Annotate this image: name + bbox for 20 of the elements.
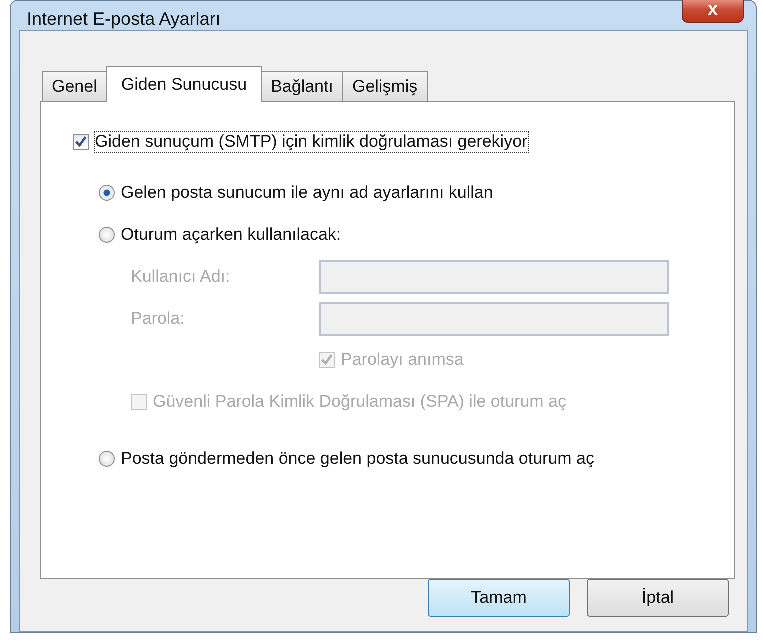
checkbox[interactable]	[73, 134, 89, 150]
checkbox-label: Güvenli Parola Kimlik Doğrulaması (SPA) ile oturum aç	[153, 392, 566, 412]
radio-button[interactable]	[99, 185, 115, 201]
radio-label: Gelen posta sunucum ile aynı ad ayarlarını kullan	[121, 183, 494, 203]
radio-label: Posta göndermeden önce gelen posta sunucusunda oturum aç	[121, 449, 594, 469]
field-label: Kullanıcı Adı:	[131, 267, 232, 287]
radio-label: Oturum açarken kullanılacak:	[121, 225, 342, 245]
window-title: Internet E-posta Ayarları	[26, 8, 221, 30]
field-label: Parola:	[131, 309, 186, 329]
dialog-button[interactable]: Tamam	[428, 579, 570, 617]
tab[interactable]: Genel	[42, 71, 108, 101]
radio-button[interactable]	[99, 227, 115, 243]
checkbox-label: Giden sunuçum (SMTP) için kimlik doğrulaması gerekiyor	[95, 132, 528, 152]
checkbox-label: Parolayı anımsa	[341, 350, 464, 370]
close-button[interactable]: x	[682, 0, 744, 22]
dialog-button[interactable]: İptal	[587, 579, 729, 617]
tab[interactable]: Gelişmiş	[342, 71, 428, 101]
tab[interactable]: Bağlantı	[261, 71, 344, 101]
tab[interactable]: Giden Sunucusu	[106, 66, 262, 102]
radio-button[interactable]	[99, 451, 115, 467]
